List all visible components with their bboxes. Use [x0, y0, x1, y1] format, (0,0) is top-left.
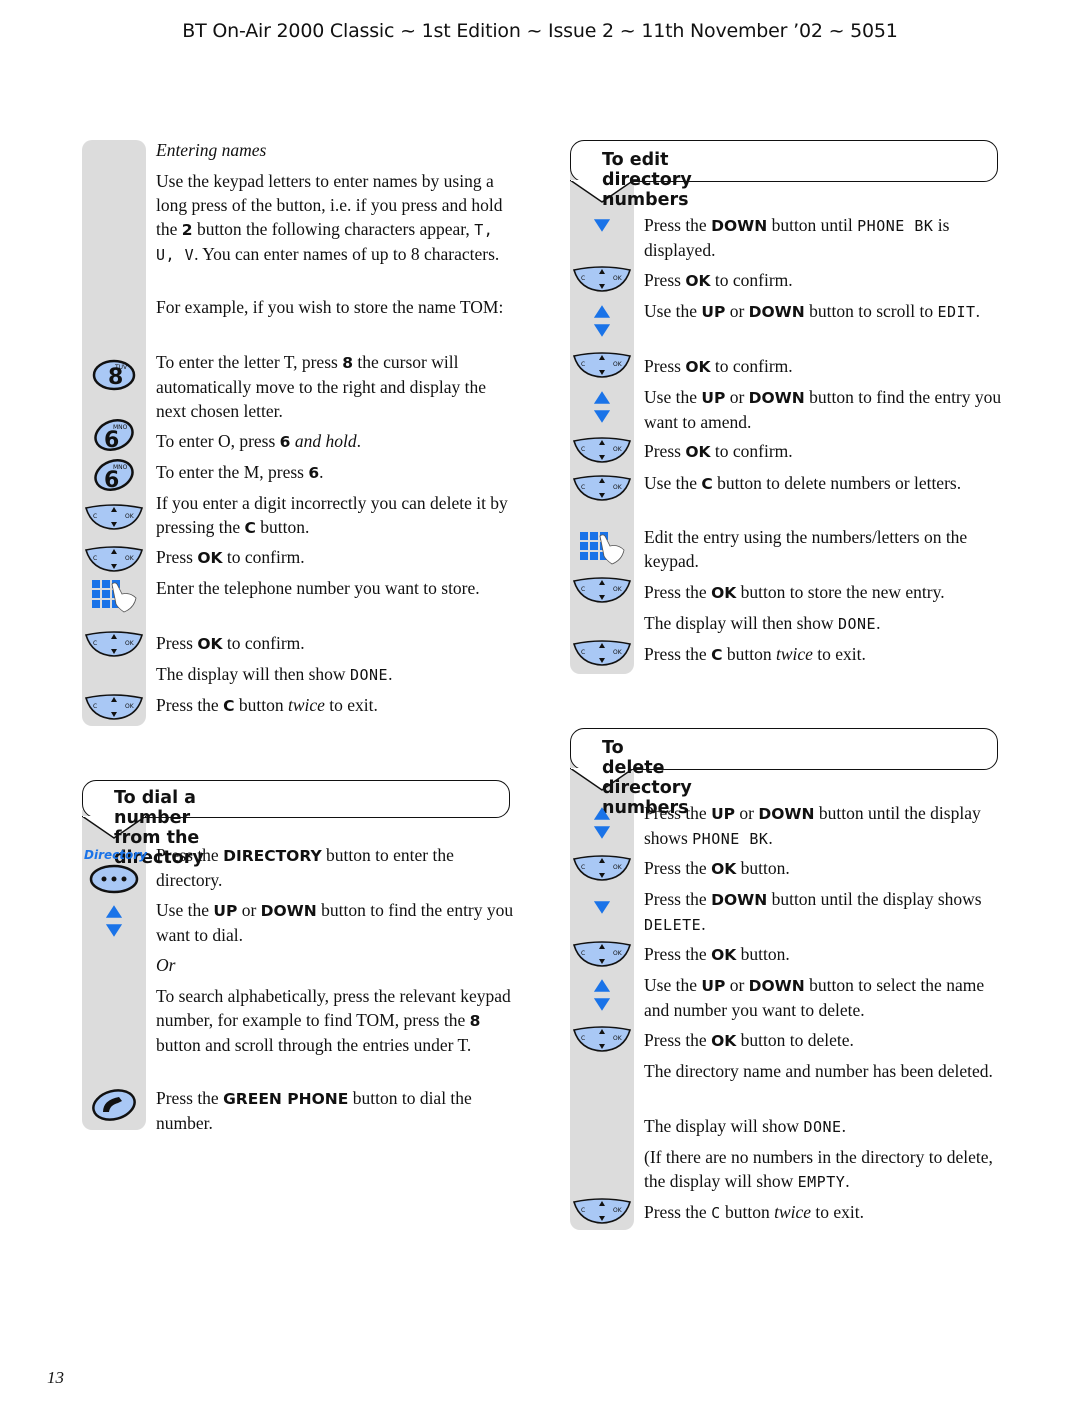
edit-section: To edit directory numbers Press the DOWN…	[570, 140, 1010, 680]
instruction-text: The display will then show DONE.	[156, 664, 393, 684]
instruction-text: Press OK to confirm.	[156, 633, 305, 653]
instruction-text: Press OK to confirm.	[644, 356, 793, 376]
nav-key-icon	[82, 694, 146, 720]
instruction-text: Use the UP or DOWN button to find the en…	[156, 900, 514, 945]
instruction-text: Press the DIRECTORY button to enter the …	[156, 845, 454, 890]
down-arrow-icon	[570, 218, 634, 233]
up-down-arrows-icon	[570, 304, 634, 338]
svg-text:MNO: MNO	[113, 424, 128, 431]
delete-section: To delete directory numbers Press the UP…	[570, 728, 1010, 1238]
nav-key-icon	[570, 855, 634, 881]
instruction-text: Edit the entry using the numbers/letters…	[644, 527, 968, 571]
up-down-arrows-icon	[570, 806, 634, 840]
instruction-text: For example, if you wish to store the na…	[156, 297, 504, 317]
instruction-text: Press the GREEN PHONE button to dial the…	[156, 1088, 472, 1133]
instruction-text: Use the C button to delete numbers or le…	[644, 473, 962, 493]
dial-section: To dial a number from the directory Dire…	[82, 780, 522, 1140]
instruction-text: Press the OK button.	[644, 944, 790, 964]
instruction-text: Press the OK button to store the new ent…	[644, 582, 945, 602]
instruction-text: To enter the M, press 6.	[156, 462, 324, 482]
instruction-text: Press OK to confirm.	[644, 441, 793, 461]
entering-names-section: Entering names Use the keypad letters to…	[82, 140, 522, 730]
nav-key-icon	[570, 475, 634, 501]
instruction-text: If you enter a digit incorrectly you can…	[156, 493, 508, 537]
svg-text:MNO: MNO	[113, 464, 128, 471]
up-down-arrows-icon	[82, 904, 146, 938]
instruction-text: Press OK to confirm.	[156, 547, 305, 567]
section-title: To edit directory numbers	[602, 150, 692, 210]
nav-key-icon	[570, 640, 634, 666]
nav-key-icon	[570, 437, 634, 463]
instruction-text: Press the OK button to delete.	[644, 1030, 854, 1050]
directory-label: Directory	[84, 848, 147, 862]
up-down-arrows-icon	[570, 978, 634, 1012]
nav-key-icon	[82, 504, 146, 530]
instruction-text: Press the C button twice to exit.	[644, 1202, 865, 1222]
down-arrow-icon	[570, 900, 634, 915]
svg-text:6: 6	[104, 468, 119, 492]
nav-key-icon	[570, 352, 634, 378]
instruction-text: To enter the letter T, press 8 the curso…	[156, 352, 486, 421]
instruction-text: The display will then show DONE.	[644, 613, 881, 633]
instruction-text: Press the UP or DOWN button until the di…	[644, 803, 981, 848]
instruction-text: Enter the telephone number you want to s…	[156, 578, 480, 598]
instruction-text: To search alphabetically, press the rele…	[156, 986, 511, 1055]
instruction-text: Press the OK button.	[644, 858, 790, 878]
instruction-text: Press the C button twice to exit.	[644, 644, 866, 664]
svg-text:TUV: TUV	[114, 364, 128, 371]
up-down-arrows-icon	[570, 390, 634, 424]
key-6-icon: 6 MNO	[82, 458, 146, 492]
instruction-text: Press OK to confirm.	[644, 270, 793, 290]
key-8-icon: 8 TUV	[82, 358, 146, 392]
page-number: 13	[47, 1368, 64, 1387]
nav-key-icon	[570, 577, 634, 603]
instruction-text: To enter O, press 6 and hold.	[156, 431, 361, 451]
instruction-text: Press the DOWN button until the display …	[644, 889, 982, 934]
or-label: Or	[156, 955, 176, 975]
instruction-text: Press the DOWN button until PHONE BK is …	[644, 215, 950, 260]
section-heading: Entering names	[156, 140, 267, 160]
instruction-text: The display will show DONE.	[644, 1116, 846, 1136]
svg-text:6: 6	[104, 428, 119, 452]
nav-key-icon	[570, 941, 634, 967]
instruction-text: Use the UP or DOWN button to select the …	[644, 975, 985, 1020]
instruction-text: Use the UP or DOWN button to scroll to E…	[644, 301, 980, 321]
key-6-icon: 6 MNO	[82, 418, 146, 452]
green-phone-button-icon	[82, 1088, 146, 1122]
nav-key-icon	[570, 1198, 634, 1224]
document-header: BT On-Air 2000 Classic ~ 1st Edition ~ I…	[182, 20, 898, 42]
directory-button-icon	[82, 864, 146, 894]
nav-key-icon	[570, 266, 634, 292]
instruction-text: Use the UP or DOWN button to find the en…	[644, 387, 1002, 432]
nav-key-icon	[570, 1026, 634, 1052]
nav-key-icon	[82, 546, 146, 572]
nav-key-icon	[82, 631, 146, 657]
keypad-icon	[570, 530, 634, 566]
instruction-text: The directory name and number has been d…	[644, 1061, 993, 1081]
instruction-text: (If there are no numbers in the director…	[644, 1147, 993, 1191]
keypad-icon	[82, 578, 146, 614]
instruction-text: Use the keypad letters to enter names by…	[156, 171, 503, 264]
instruction-text: Press the C button twice to exit.	[156, 695, 378, 715]
